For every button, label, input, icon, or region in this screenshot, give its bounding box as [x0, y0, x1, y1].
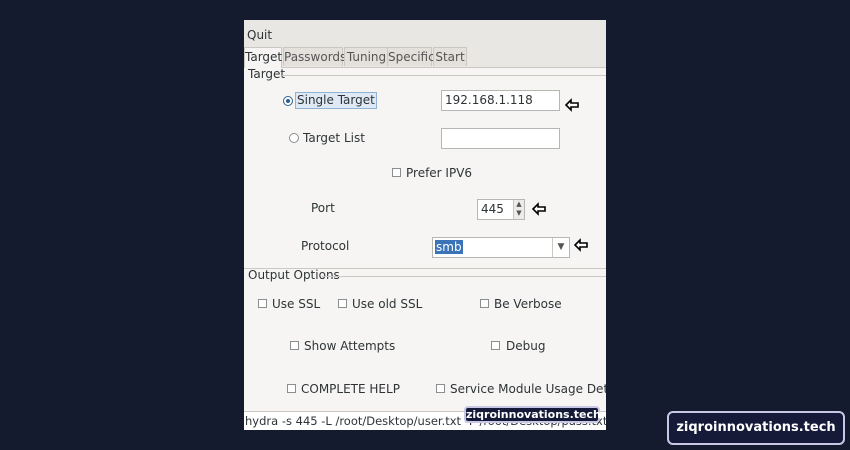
use-ssl-label: Use SSL [272, 297, 321, 311]
port-value: 445 [481, 202, 504, 216]
be-verbose-checkbox[interactable] [480, 299, 489, 308]
tab-target[interactable]: Target [244, 47, 282, 68]
single-target-radio[interactable] [283, 96, 293, 106]
arrow-annotation-icon [574, 238, 588, 252]
target-group-line [282, 75, 606, 76]
tab-tuning[interactable]: Tuning [344, 47, 389, 66]
single-target-label[interactable]: Single Target [295, 92, 377, 109]
target-group-label: Target [248, 67, 286, 81]
complete-help-checkbox[interactable] [287, 384, 296, 393]
protocol-combo[interactable]: smb ▼ [432, 237, 570, 258]
arrow-annotation-icon [532, 202, 546, 216]
watermark-small: ziqroinnovations.tech [464, 406, 601, 423]
service-module-label: Service Module Usage Details [450, 382, 606, 396]
target-list-radio[interactable] [289, 133, 299, 143]
use-ssl-checkbox[interactable] [258, 299, 267, 308]
prefer-ipv6-label: Prefer IPV6 [406, 166, 473, 180]
port-spinbox[interactable]: 445 ▲ ▼ [477, 199, 525, 220]
complete-help-label: COMPLETE HELP [301, 382, 400, 396]
debug-label: Debug [506, 339, 546, 353]
show-attempts-label: Show Attempts [304, 339, 396, 353]
single-target-input[interactable]: 192.168.1.118 [441, 90, 560, 111]
tab-bar: Target Passwords Tuning Specific Start [244, 46, 606, 68]
menu-quit[interactable]: Quit [247, 28, 272, 42]
menu-bar: Quit [244, 20, 606, 46]
tab-passwords[interactable]: Passwords [283, 47, 346, 66]
arrow-annotation-icon [565, 98, 579, 112]
protocol-label: Protocol [301, 239, 350, 253]
output-group-line [322, 276, 606, 277]
output-group-label: Output Options [248, 268, 340, 282]
target-list-label: Target List [303, 131, 365, 145]
prefer-ipv6-checkbox[interactable] [392, 168, 401, 177]
protocol-value: smb [435, 240, 463, 254]
tab-start[interactable]: Start [433, 47, 467, 66]
use-old-ssl-checkbox[interactable] [338, 299, 347, 308]
watermark-large: ziqroinnovations.tech [667, 411, 845, 445]
tab-specific[interactable]: Specific [387, 47, 435, 66]
show-attempts-checkbox[interactable] [290, 341, 299, 350]
xhydra-window: Quit Target Passwords Tuning Specific St… [244, 20, 606, 430]
use-old-ssl-label: Use old SSL [352, 297, 423, 311]
chevron-down-icon[interactable]: ▼ [552, 238, 569, 257]
port-spin-buttons[interactable]: ▲ ▼ [513, 200, 524, 219]
be-verbose-label: Be Verbose [494, 297, 562, 311]
port-label: Port [311, 201, 335, 215]
target-list-input[interactable] [441, 128, 560, 149]
debug-checkbox[interactable] [491, 341, 500, 350]
service-module-checkbox[interactable] [436, 384, 445, 393]
